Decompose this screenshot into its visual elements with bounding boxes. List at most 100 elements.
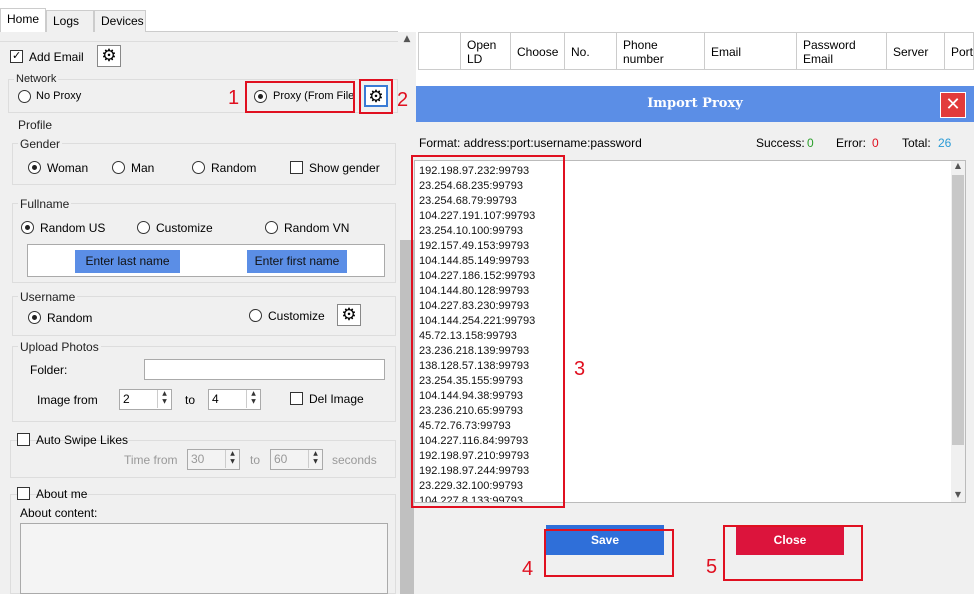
- time-from-stepper[interactable]: 30 ▲ ▼: [187, 449, 240, 470]
- gender-man-label: Man: [131, 161, 155, 175]
- gender-woman-label: Woman: [47, 161, 89, 175]
- seconds-label: seconds: [332, 453, 377, 467]
- image-to-stepper[interactable]: 4 ▲ ▼: [208, 389, 261, 410]
- fullname-random-us-radio[interactable]: [21, 221, 34, 234]
- grid-col-select[interactable]: [418, 32, 461, 70]
- enter-first-name-button[interactable]: Enter first name: [247, 250, 347, 273]
- error-count: 0: [872, 136, 879, 150]
- proxy-scrollbar-thumb[interactable]: [952, 175, 964, 445]
- time-from-value: 30: [191, 452, 205, 466]
- grid-col-no[interactable]: No.: [565, 32, 617, 70]
- about-me-checkbox[interactable]: [17, 487, 30, 500]
- fullname-random-vn-label: Random VN: [284, 221, 350, 235]
- grid-col-phone[interactable]: Phone number: [617, 32, 705, 70]
- grid-col-open-ld-line2: LD: [467, 52, 483, 66]
- image-from-value: 2: [123, 392, 130, 406]
- fullname-random-us-label: Random US: [40, 221, 106, 235]
- annotation-number-4: 4: [522, 558, 534, 580]
- annotation-number-2: 2: [397, 89, 409, 111]
- proxy-scrollbar[interactable]: ▲ ▼: [951, 161, 965, 502]
- tab-strip: Home Logs Devices: [0, 8, 398, 33]
- add-email-settings-gear-icon[interactable]: ⚙: [97, 45, 121, 67]
- image-to-value: 4: [212, 392, 219, 406]
- fullname-random-vn-radio[interactable]: [265, 221, 278, 234]
- folder-input[interactable]: [144, 359, 385, 380]
- grid-col-password-email[interactable]: Password Email: [797, 32, 887, 70]
- add-email-label: Add Email: [29, 50, 84, 64]
- time-to-stepper[interactable]: 60 ▲ ▼: [270, 449, 323, 470]
- username-settings-gear-icon[interactable]: ⚙: [337, 304, 361, 326]
- del-image-label: Del Image: [309, 392, 364, 406]
- enter-last-name-button[interactable]: Enter last name: [75, 250, 180, 273]
- error-label: Error:: [836, 136, 866, 150]
- no-proxy-label: No Proxy: [36, 90, 82, 102]
- stepper-arrows-icon[interactable]: ▲ ▼: [308, 450, 322, 468]
- dialog-title: Import Proxy: [647, 96, 743, 111]
- time-to-label: to: [250, 453, 261, 467]
- grid-col-email-label: Email: [711, 45, 742, 59]
- show-gender-label: Show gender: [309, 161, 380, 175]
- del-image-checkbox[interactable]: [290, 392, 303, 405]
- time-from-label: Time from: [124, 453, 178, 467]
- accounts-grid-header: Open LD Choose No. Phone number Email Pass…: [418, 32, 974, 70]
- grid-col-open-ld[interactable]: Open LD: [461, 32, 511, 70]
- stepper-arrows-icon[interactable]: ▲ ▼: [246, 390, 260, 408]
- total-count: 26: [938, 136, 952, 150]
- scroll-up-icon[interactable]: ▲: [400, 34, 414, 48]
- scroll-up-icon[interactable]: ▲: [952, 161, 964, 173]
- time-to-value: 60: [274, 452, 288, 466]
- auto-swipe-checkbox[interactable]: [17, 433, 30, 446]
- username-customize-radio[interactable]: [249, 309, 262, 322]
- tab-devices[interactable]: Devices: [94, 10, 146, 32]
- show-gender-checkbox[interactable]: [290, 161, 303, 174]
- gender-random-radio[interactable]: [192, 161, 205, 174]
- grid-col-phone-line2: number: [623, 52, 664, 66]
- tab-logs[interactable]: Logs: [46, 10, 94, 32]
- grid-col-no-label: No.: [571, 45, 590, 59]
- username-random-label: Random: [47, 311, 93, 325]
- fullname-customize-radio[interactable]: [137, 221, 150, 234]
- tab-logs-label: Logs: [53, 14, 80, 28]
- username-title: Username: [18, 290, 78, 304]
- grid-col-server[interactable]: Server: [887, 32, 945, 70]
- annotation-number-1: 1: [228, 87, 240, 109]
- gender-title: Gender: [18, 137, 63, 151]
- username-random-radio[interactable]: [28, 311, 41, 324]
- close-icon[interactable]: ✕: [940, 92, 966, 118]
- gender-random-label: Random: [211, 161, 257, 175]
- tab-devices-label: Devices: [101, 14, 144, 28]
- tab-home-label: Home: [7, 12, 40, 26]
- grid-col-port[interactable]: Port: [945, 32, 974, 70]
- annotation-box-1: [245, 81, 355, 113]
- scroll-down-icon[interactable]: ▼: [952, 490, 964, 502]
- stepper-arrows-icon[interactable]: ▲ ▼: [225, 450, 239, 468]
- about-content-label: About content:: [20, 506, 98, 520]
- format-hint: Format: address:port:username:password: [419, 136, 642, 150]
- fullname-customize-label: Customize: [156, 221, 213, 235]
- annotation-box-5: [723, 525, 863, 581]
- add-email-checkbox[interactable]: [10, 49, 23, 63]
- about-content-textarea[interactable]: [20, 523, 388, 594]
- grid-col-server-label: Server: [893, 45, 929, 59]
- grid-col-choose[interactable]: Choose: [511, 32, 565, 70]
- success-label: Success:: [756, 136, 805, 150]
- annotation-number-3: 3: [574, 358, 586, 380]
- annotation-box-2: [359, 79, 393, 114]
- no-proxy-radio[interactable]: [18, 90, 31, 103]
- about-me-label: About me: [36, 487, 88, 501]
- total-label: Total:: [902, 136, 931, 150]
- success-count: 0: [807, 136, 814, 150]
- grid-col-email[interactable]: Email: [705, 32, 797, 70]
- profile-title: Profile: [16, 118, 55, 132]
- panel-top-edge: [0, 32, 398, 42]
- gender-woman-radio[interactable]: [28, 161, 41, 174]
- grid-col-password-line1: Password: [803, 38, 856, 52]
- fullname-title: Fullname: [18, 197, 72, 211]
- stepper-arrows-icon[interactable]: ▲ ▼: [157, 390, 171, 408]
- dialog-title-bar: Import Proxy ✕: [416, 86, 974, 122]
- upload-photos-group: [12, 346, 396, 422]
- image-from-stepper[interactable]: 2 ▲ ▼: [119, 389, 172, 410]
- auto-swipe-label: Auto Swipe Likes: [36, 433, 129, 447]
- gender-man-radio[interactable]: [112, 161, 125, 174]
- tab-home[interactable]: Home: [0, 8, 46, 33]
